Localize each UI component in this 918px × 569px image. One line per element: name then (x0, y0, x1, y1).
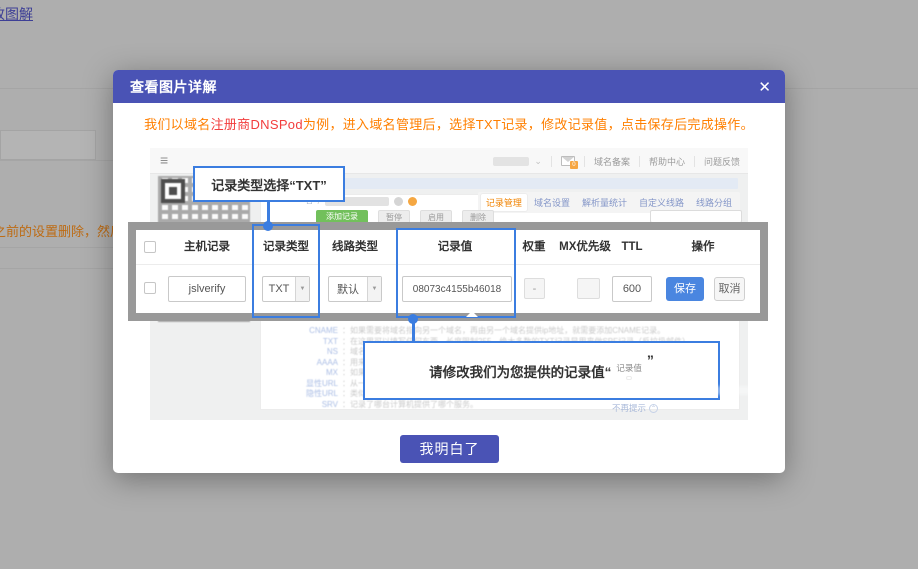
save-button: 保存 (666, 277, 704, 301)
weight-field: - (524, 278, 545, 299)
value-label: 记录值 (616, 362, 642, 374)
legend-row: SRV ：记录了哪台计算机提供了哪个服务。 (280, 400, 738, 410)
no-prompt-label: 不再提示 (612, 402, 646, 414)
no-prompt-toggle: 不再提示 ⌃ (612, 402, 658, 414)
value-field-frame (626, 376, 632, 380)
tab-record-management: 记录管理 (481, 194, 527, 211)
header-checkbox (144, 241, 156, 253)
background-partial-link[interactable]: 改图解 (0, 4, 33, 24)
image-detail-modal: 查看图片详解 ✕ 我们以域名注册商DNSPod为例，进入域名管理后，选择TXT记… (113, 70, 785, 473)
background-divider (0, 247, 113, 248)
header-ttl: TTL (612, 230, 652, 265)
legend-desc: ：记录了哪台计算机提供了哪个服务。 (342, 400, 478, 410)
tip-part1: 我们以域名 (144, 117, 211, 132)
background-field (0, 130, 96, 160)
collapse-icon: ⌃ (649, 404, 658, 413)
nav-link-beian: 域名备案 (594, 155, 630, 168)
instruction-text: 我们以域名注册商DNSPod为例，进入域名管理后，选择TXT记录，修改记录值，点… (113, 114, 785, 133)
modal-header: 查看图片详解 ✕ (113, 70, 785, 103)
legend-type: 显性URL (280, 379, 338, 389)
tip-registrar: 注册商DNSPod (211, 117, 303, 132)
legend-type: CNAME (280, 326, 338, 336)
cancel-button: 取消 (714, 277, 745, 301)
legend-type: 隐性URL (280, 389, 338, 399)
ttl-input: 600 (612, 276, 652, 302)
confirm-button[interactable]: 我明白了 (400, 435, 499, 463)
header-host: 主机记录 (167, 230, 247, 265)
provided-value-group: 记录值 (616, 362, 642, 380)
divider (551, 156, 552, 167)
mx-field (577, 278, 600, 299)
callout-bottom-text: 请修改我们为您提供的记录值“ (429, 361, 611, 381)
legend-type: MX (280, 368, 338, 378)
mail-badge: 0 (570, 161, 578, 169)
page: 改图解 之前的设置删除，然后 查看图片详解 ✕ 我们以域名注册商DNSPod为例… (0, 0, 918, 569)
header-mx: MX优先级 (550, 230, 620, 265)
legend-row: CNAME ：如果需要将域名指向另一个域名，再由另一个域名提供ip地址，就需要添加… (280, 326, 738, 336)
tab-line-groups: 线路分组 (691, 194, 737, 211)
qr-finder-square (161, 179, 185, 203)
dnspod-navbar-right: ⌄ 0 域名备案 帮助中心 问题反馈 (493, 148, 740, 174)
nav-link-feedback: 问题反馈 (704, 155, 740, 168)
type-column-highlight (252, 224, 320, 318)
tip-part2: 为例，进入域名管理后，选择TXT记录，修改记录值，点击保存后完成操作。 (303, 117, 754, 132)
header-line: 线路类型 (315, 230, 395, 265)
highlight-notch (466, 311, 478, 317)
info-icon (408, 197, 417, 206)
username-redacted (493, 157, 529, 166)
value-column-highlight (396, 228, 516, 318)
connector-dot-bottom (408, 314, 418, 324)
background-partial-text: 之前的设置删除，然后 (0, 221, 113, 241)
header-actions: 操作 (663, 230, 743, 265)
legend-type: TXT (280, 337, 338, 347)
callout-top-text: 记录类型选择“TXT” (211, 175, 327, 194)
background-divider (0, 160, 113, 161)
tab-domain-settings: 域名设置 (529, 194, 575, 211)
callout-record-value: 请修改我们为您提供的记录值“ 记录值 ” (363, 341, 720, 400)
connector-dot-top (263, 221, 273, 231)
background-divider (0, 268, 113, 269)
divider (639, 156, 640, 167)
legend-desc: ：如果需要将域名指向另一个域名，再由另一个域名提供ip地址，就需要添加CNAME… (342, 326, 665, 336)
nav-link-help: 帮助中心 (649, 155, 685, 168)
line-select-value: 默认 (329, 277, 367, 301)
legend-type: SRV (280, 400, 338, 410)
connector-line-top (267, 202, 270, 223)
chevron-down-icon: ⌄ (534, 156, 542, 167)
divider (584, 156, 585, 167)
tab-resolution-stats: 解析量统计 (577, 194, 632, 211)
connector-line-bottom (412, 322, 415, 342)
select-caret-icon: ▼ (367, 277, 381, 301)
close-icon[interactable]: ✕ (758, 70, 771, 103)
menu-icon: ≡ (160, 152, 168, 168)
divider (694, 156, 695, 167)
status-icon (394, 197, 403, 206)
row-checkbox (144, 282, 156, 294)
modal-title: 查看图片详解 (130, 77, 217, 97)
callout-record-type: 记录类型选择“TXT” (193, 166, 345, 202)
host-input: jslverify (168, 276, 246, 302)
legend-type: NS (280, 347, 338, 357)
mail-icon: 0 (561, 156, 575, 166)
closing-quote: ” (647, 352, 654, 368)
legend-type: AAAA (280, 358, 338, 368)
line-select: 默认 ▼ (328, 276, 382, 302)
tab-custom-lines: 自定义线路 (634, 194, 689, 211)
